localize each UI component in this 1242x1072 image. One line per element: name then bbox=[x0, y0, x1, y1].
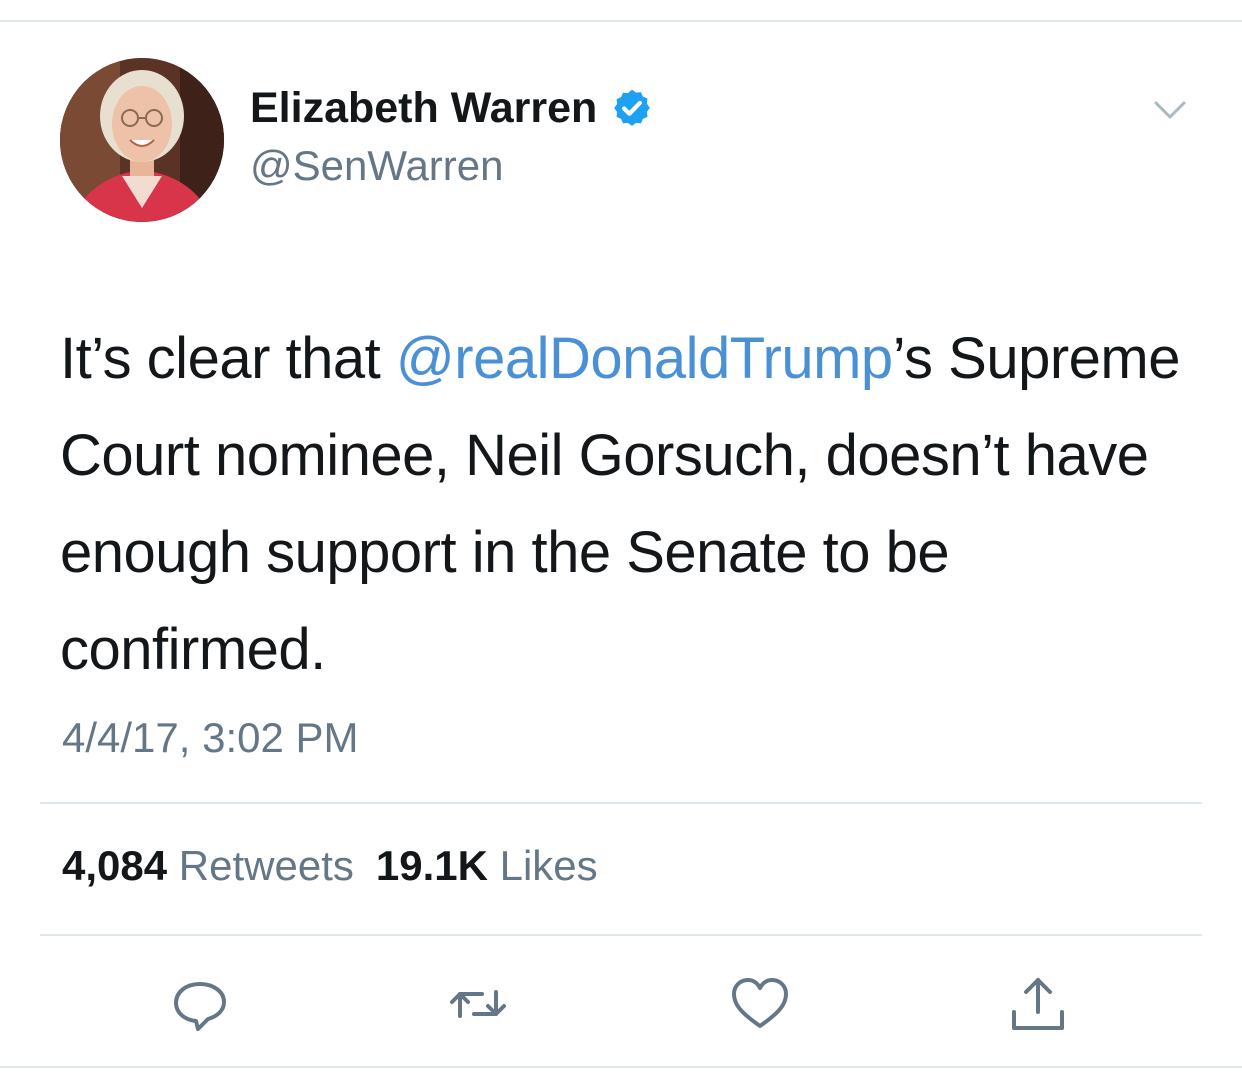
avatar-image bbox=[60, 58, 224, 222]
share-button[interactable] bbox=[1006, 972, 1070, 1036]
chevron-down-icon[interactable] bbox=[1152, 98, 1188, 122]
retweet-icon bbox=[450, 990, 506, 1018]
verified-badge-icon bbox=[611, 87, 653, 129]
like-button[interactable] bbox=[728, 972, 792, 1036]
author-name-row[interactable]: Elizabeth Warren bbox=[250, 82, 653, 134]
author-handle[interactable]: @SenWarren bbox=[250, 142, 504, 190]
retweet-button[interactable] bbox=[446, 972, 510, 1036]
bottom-divider bbox=[0, 1066, 1242, 1068]
retweets-label: Retweets bbox=[178, 842, 354, 889]
tweet-stats: 4,084 Retweets 19.1K Likes bbox=[62, 842, 598, 890]
likes-label: Likes bbox=[499, 842, 598, 889]
author-display-name[interactable]: Elizabeth Warren bbox=[250, 84, 597, 133]
reply-icon bbox=[174, 982, 226, 1031]
likes-count: 19.1K bbox=[375, 842, 488, 889]
likes-stat[interactable]: 19.1K Likes bbox=[376, 842, 598, 889]
tweet-text-before-mention: It’s clear that bbox=[60, 326, 396, 391]
retweets-stat[interactable]: 4,084 Retweets bbox=[62, 842, 354, 889]
tweet-text: It’s clear that @realDonaldTrump’s Supre… bbox=[60, 310, 1200, 698]
divider bbox=[40, 802, 1202, 804]
avatar[interactable] bbox=[60, 58, 224, 222]
tweet-timestamp: 4/4/17, 3:02 PM bbox=[62, 714, 359, 761]
share-icon bbox=[1012, 978, 1064, 1030]
tweet-detail: Elizabeth Warren @SenWarren It’s clear t… bbox=[0, 0, 1242, 1072]
mention-link[interactable]: @realDonaldTrump bbox=[396, 326, 893, 391]
reply-button[interactable] bbox=[168, 972, 232, 1036]
divider bbox=[40, 934, 1202, 936]
heart-icon bbox=[732, 978, 788, 1028]
retweets-count: 4,084 bbox=[62, 842, 168, 889]
top-divider bbox=[0, 20, 1242, 22]
